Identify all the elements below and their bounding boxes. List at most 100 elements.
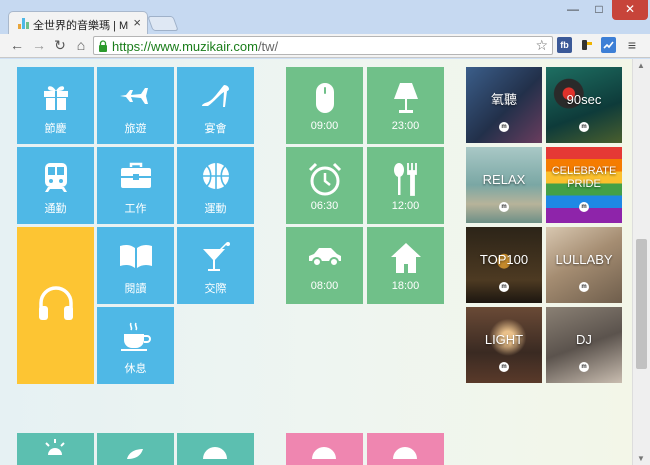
page-scrollbar[interactable]: ▲ ▼ — [632, 59, 650, 465]
playlist-title: 90sec — [566, 92, 602, 107]
time-tile-label: 12:00 — [391, 200, 420, 212]
mood-tile-party[interactable]: 宴會 — [177, 67, 254, 144]
playlist-title: CELEBRATE PRIDE — [551, 165, 617, 190]
playlist-tile[interactable]: TOP100 m — [466, 227, 542, 303]
mood-tile-label: 閱讀 — [124, 283, 147, 295]
key-extension-icon[interactable] — [579, 37, 594, 53]
time-tile-label: 18:00 — [391, 280, 420, 292]
sun-icon — [45, 439, 65, 455]
scroll-up-arrow-icon[interactable]: ▲ — [637, 61, 645, 70]
time-tile-label: 08:00 — [310, 280, 339, 292]
muzik-badge-icon: m — [499, 122, 509, 132]
mood-tile-label: 交際 — [204, 283, 227, 295]
mood-tile-social[interactable]: 交際 — [177, 227, 254, 304]
playlist-tile[interactable]: LIGHT m — [466, 307, 542, 383]
alarm-clock-icon — [308, 162, 341, 196]
playlist-tile[interactable]: CELEBRATE PRIDE m — [546, 147, 622, 223]
playlist-tile[interactable]: LULLABY m — [546, 227, 622, 303]
playlist-tile[interactable]: RELAX m — [466, 147, 542, 223]
time-tile-label: 23:00 — [391, 120, 420, 132]
muzik-badge-icon: m — [579, 202, 589, 212]
playlist-tile[interactable]: 氧聽 m — [466, 67, 542, 143]
car-icon — [308, 248, 341, 267]
house-icon — [390, 243, 421, 273]
mood-tile-label: 旅遊 — [124, 123, 147, 135]
reload-icon[interactable]: ↻ — [52, 37, 68, 54]
mood-tile-label: 工作 — [124, 203, 147, 215]
playlist-title: DJ — [576, 332, 592, 347]
muzik-favicon-icon — [18, 18, 30, 29]
partial-pink-tile[interactable] — [367, 433, 444, 465]
facebook-extension-icon[interactable]: fb — [557, 37, 572, 53]
playlist-title: LIGHT — [484, 332, 524, 347]
time-tile-2300[interactable]: 23:00 — [367, 67, 444, 144]
time-tile-1800[interactable]: 18:00 — [367, 227, 444, 304]
leaf-icon — [127, 449, 143, 459]
bookmark-star-icon[interactable]: ☆ — [535, 37, 548, 54]
gift-icon — [43, 86, 68, 110]
mood-tile-travel[interactable]: 旅遊 — [97, 67, 174, 144]
mood-tile-label: 休息 — [124, 363, 147, 375]
partial-teal-tile[interactable] — [177, 433, 254, 465]
muzik-badge-icon: m — [579, 122, 589, 132]
new-tab-button[interactable] — [147, 16, 179, 31]
browser-menu-icon[interactable]: ≡ — [625, 37, 639, 53]
url-path: /tw/ — [257, 39, 279, 54]
window-close-button[interactable]: ✕ — [612, 0, 648, 20]
partial-teal-tile[interactable] — [97, 433, 174, 465]
mood-tile-commute[interactable]: 通勤 — [17, 147, 94, 224]
mood-tile-reading[interactable]: 閱讀 — [97, 227, 174, 304]
airplane-icon — [119, 88, 148, 104]
basketball-icon — [202, 163, 229, 189]
window-maximize-button[interactable]: □ — [586, 0, 612, 20]
muzik-badge-icon: m — [499, 202, 509, 212]
tab-close-icon[interactable]: × — [133, 15, 141, 30]
mood-tile-rest[interactable]: 休息 — [97, 307, 174, 384]
address-bar[interactable]: https://www.muzikair.com/tw/ ☆ — [93, 36, 553, 55]
mood-tile-label: 運動 — [204, 203, 227, 215]
browser-toolbar: ← → ↻ ⌂ https://www.muzikair.com/tw/ ☆ f… — [0, 34, 650, 58]
muzik-badge-icon: m — [499, 282, 509, 292]
muzik-badge-icon: m — [499, 362, 509, 372]
forward-arrow-icon[interactable]: → — [31, 37, 47, 54]
circle-icon — [393, 447, 417, 459]
mood-tile-sports[interactable]: 運動 — [177, 147, 254, 224]
playlist-tile[interactable]: 90sec m — [546, 67, 622, 143]
mouse-icon — [315, 83, 334, 113]
home-icon[interactable]: ⌂ — [73, 37, 89, 54]
cocktail-icon — [202, 242, 230, 271]
circle-icon — [312, 447, 336, 459]
toolbox-icon — [120, 162, 151, 188]
mood-tile-label: 節慶 — [44, 123, 67, 135]
headphones-icon — [39, 286, 73, 320]
playlist-tile[interactable]: DJ m — [546, 307, 622, 383]
page-viewport: 節慶 旅遊 宴會 通勤 工作 運動 閱讀 交際 休息 09:00 23:00 0… — [0, 59, 632, 465]
time-tile-0630[interactable]: 06:30 — [286, 147, 363, 224]
playlist-title: LULLABY — [555, 252, 613, 267]
muzik-badge-icon: m — [579, 282, 589, 292]
lamp-icon — [393, 83, 418, 113]
mood-tile-festival[interactable]: 節慶 — [17, 67, 94, 144]
mood-tile-label: 通勤 — [44, 203, 67, 215]
book-icon — [119, 244, 152, 268]
window-minimize-button[interactable]: — — [560, 0, 586, 20]
scrollbar-thumb[interactable] — [636, 239, 647, 369]
playlist-title: TOP100 — [479, 252, 529, 267]
scroll-down-arrow-icon[interactable]: ▼ — [637, 454, 645, 463]
back-arrow-icon[interactable]: ← — [9, 37, 25, 54]
url-host: https://www.muzikair.com — [112, 39, 258, 54]
partial-pink-tile[interactable] — [286, 433, 363, 465]
time-tile-0800[interactable]: 08:00 — [286, 227, 363, 304]
time-tile-1200[interactable]: 12:00 — [367, 147, 444, 224]
partial-teal-tile[interactable] — [17, 433, 94, 465]
featured-headphones-tile[interactable] — [17, 227, 94, 384]
tab-title: 全世界的音樂瑪 | MUZIK — [33, 20, 129, 32]
url-text: https://www.muzikair.com/tw/ — [112, 39, 278, 54]
playlist-title: 氧聽 — [490, 92, 517, 107]
mood-tile-work[interactable]: 工作 — [97, 147, 174, 224]
browser-tab[interactable]: 全世界的音樂瑪 | MUZIK × — [8, 11, 148, 34]
chart-extension-icon[interactable] — [601, 37, 616, 53]
time-tile-0900[interactable]: 09:00 — [286, 67, 363, 144]
lock-icon — [99, 40, 107, 52]
time-tile-label: 06:30 — [310, 200, 339, 212]
